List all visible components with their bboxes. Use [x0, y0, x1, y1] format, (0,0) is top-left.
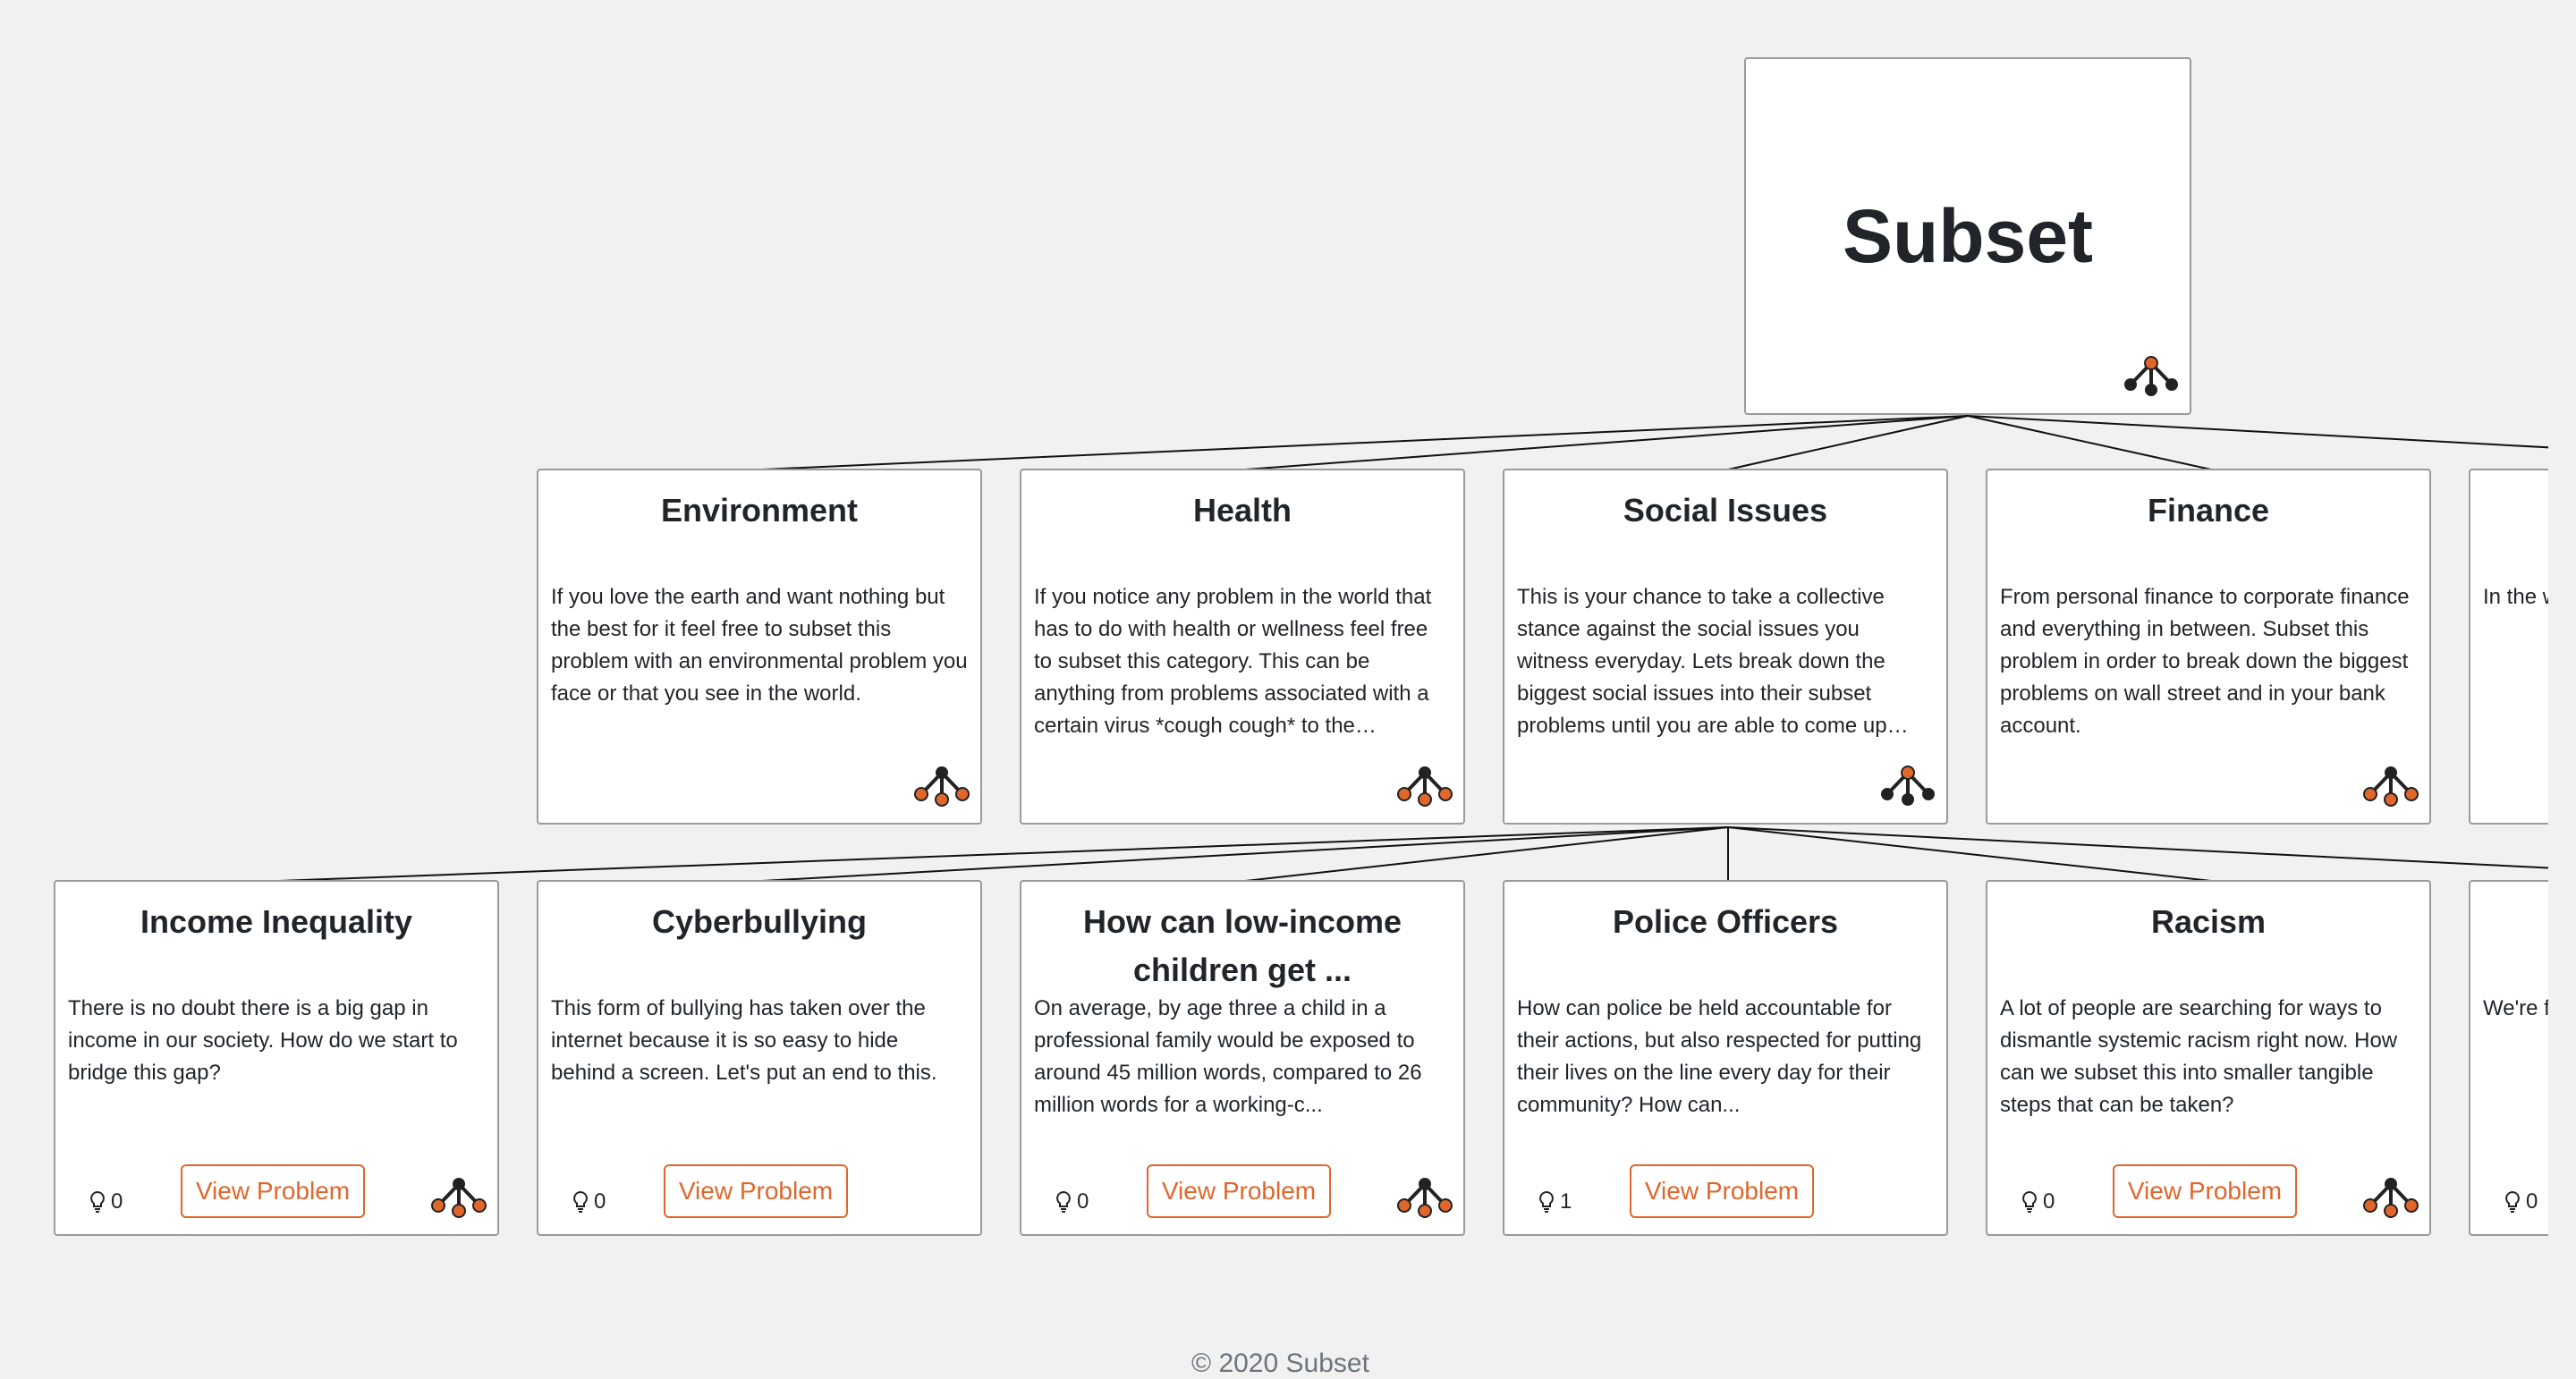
lightbulb-icon — [2505, 1190, 2520, 1213]
lightbulb-icon — [1539, 1190, 1554, 1213]
card-description: On average, by age three a child in a pr… — [1034, 996, 1422, 1117]
subset-tree-icon[interactable] — [2361, 1175, 2420, 1227]
card-title: Health — [1192, 492, 1292, 529]
card-description: A lot of people are searching for ways t… — [2000, 996, 2398, 1117]
view-problem-button[interactable]: View Problem — [664, 1164, 848, 1218]
connector-root-next — [1967, 415, 2548, 449]
idea-count: 0 — [2020, 1189, 2055, 1214]
problem-card-police-officers[interactable]: Police Officers How can police be held a… — [1503, 880, 1948, 1236]
copyright-text: © 2020 Subset — [1191, 1349, 1369, 1378]
subset-tree-icon[interactable] — [1878, 764, 1937, 816]
idea-count-value: 0 — [111, 1189, 123, 1214]
connector-root-finance — [1967, 415, 2212, 470]
category-card-health[interactable]: Health If you notice any problem in the … — [1020, 469, 1465, 825]
card-description: How can police be held accountable for t… — [1517, 996, 1922, 1117]
view-problem-button[interactable]: View Problem — [1630, 1164, 1814, 1218]
lightbulb-icon — [1056, 1190, 1071, 1213]
idea-count: 0 — [571, 1189, 606, 1214]
idea-count: 0 — [1054, 1189, 1089, 1214]
card-title: Cyberbullying — [651, 903, 868, 940]
card-description: If you notice any problem in the world t… — [1034, 585, 1432, 738]
category-card-partial[interactable]: In the w chance big pro pieces. — [2469, 469, 2548, 825]
view-problem-button[interactable]: View Problem — [181, 1164, 365, 1218]
problem-card-racism[interactable]: Racism A lot of people are searching for… — [1986, 880, 2431, 1236]
connector-social-next — [1727, 826, 2548, 869]
card-title: Police Officers — [1612, 903, 1839, 940]
idea-count: 0 — [88, 1189, 123, 1214]
connector-social-racism — [1727, 826, 2212, 882]
subset-tree-icon[interactable] — [1395, 1175, 1454, 1227]
tree-viewport[interactable]: Subset Environment If you love the earth… — [0, 0, 2548, 1368]
view-problem-button[interactable]: View Problem — [2113, 1164, 2297, 1218]
card-title: Finance — [2147, 492, 2270, 529]
card-description: This is your chance to take a collective… — [1517, 585, 1887, 738]
subset-tree-icon[interactable] — [2122, 354, 2181, 406]
category-card-environment[interactable]: Environment If you love the earth and wa… — [537, 469, 982, 825]
subset-tree-icon[interactable] — [1395, 764, 1454, 816]
card-description: We're f make a https:// — [2483, 996, 2548, 1020]
card-title: Income Inequality — [140, 903, 413, 940]
problem-card-partial[interactable]: We're f make a https:// 0 — [2469, 880, 2548, 1236]
card-title: Social Issues — [1623, 492, 1828, 529]
card-description: If you love the earth and want nothing b… — [551, 585, 968, 706]
problem-card-cyberbullying[interactable]: Cyberbullying This form of bullying has … — [537, 880, 982, 1236]
view-problem-button[interactable]: View Problem — [1147, 1164, 1331, 1218]
card-title: Racism — [2150, 903, 2267, 940]
idea-count-value: 0 — [2526, 1189, 2538, 1214]
root-card[interactable]: Subset — [1744, 57, 2191, 415]
idea-count-value: 1 — [1560, 1189, 1572, 1214]
subset-tree-icon[interactable] — [429, 1175, 488, 1227]
problem-card-income-inequality[interactable]: Income Inequality There is no doubt ther… — [54, 880, 499, 1236]
category-card-social-issues[interactable]: Social Issues This is your chance to tak… — [1503, 469, 1948, 825]
idea-count-value: 0 — [1077, 1189, 1089, 1214]
card-description: In the w chance big pro pieces. — [2483, 585, 2548, 609]
lightbulb-icon — [90, 1190, 105, 1213]
problem-card-low-income-children[interactable]: How can low-income children get ... On a… — [1020, 880, 1465, 1236]
lightbulb-icon — [2022, 1190, 2037, 1213]
idea-count: 1 — [1537, 1189, 1572, 1214]
card-description: This form of bullying has taken over the… — [551, 996, 937, 1085]
idea-count-value: 0 — [2043, 1189, 2055, 1214]
idea-count-value: 0 — [594, 1189, 606, 1214]
connector-social-income — [278, 826, 1729, 882]
root-title: Subset — [1842, 194, 2094, 278]
connector-social-cyber — [761, 826, 1729, 882]
lightbulb-icon — [573, 1190, 588, 1213]
card-title: How can low-income children get ... — [1082, 903, 1402, 988]
category-card-finance[interactable]: Finance From personal finance to corpora… — [1986, 469, 2431, 825]
card-description: There is no doubt there is a big gap in … — [68, 996, 458, 1085]
subset-tree-icon[interactable] — [2361, 764, 2420, 816]
card-description: From personal finance to corporate finan… — [2000, 585, 2410, 738]
card-title: Environment — [660, 492, 859, 529]
idea-count: 0 — [2503, 1189, 2538, 1214]
subset-tree-icon[interactable] — [912, 764, 971, 816]
